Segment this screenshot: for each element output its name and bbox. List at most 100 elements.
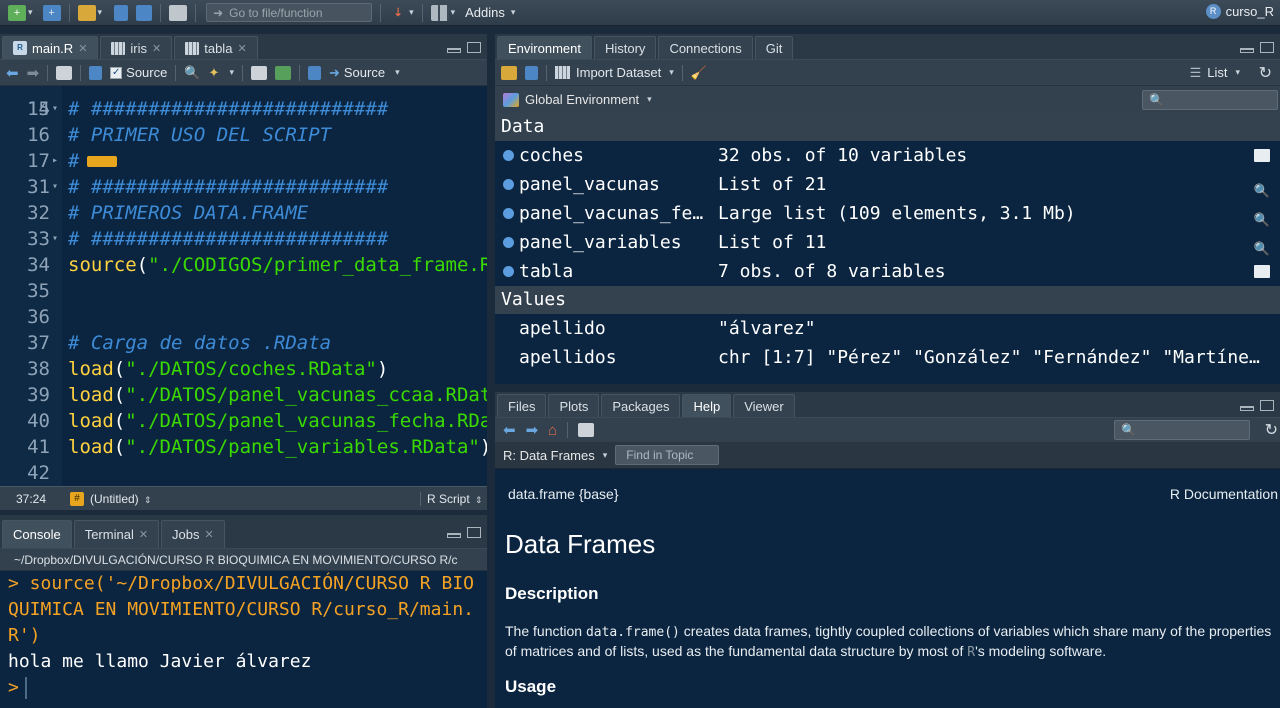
search-icon[interactable]: 🔍 xyxy=(184,65,200,81)
expand-arrow-icon[interactable] xyxy=(503,266,514,277)
editor-tab-iris[interactable]: iris ✕ xyxy=(100,36,173,59)
git-icon[interactable]: ⇣ xyxy=(389,5,407,21)
show-in-window-icon[interactable] xyxy=(578,423,595,437)
environment-row[interactable]: panel_vacunas List of 21 🔍 xyxy=(495,170,1280,199)
tab-viewer[interactable]: Viewer xyxy=(733,394,795,417)
scope-dropdown[interactable]: (Untitled) ⇕ xyxy=(90,492,420,506)
back-arrow-icon[interactable]: ⬅ xyxy=(6,64,19,82)
import-dataset-button[interactable]: Import Dataset ▾ xyxy=(555,65,674,80)
fold-toggle-icon[interactable]: ▸ xyxy=(52,148,58,174)
code-line[interactable]: 37 # Carga de datos .RData xyxy=(0,330,487,356)
code-line[interactable]: 32 # PRIMEROS DATA.FRAME xyxy=(0,200,487,226)
save-all-icon[interactable] xyxy=(136,4,153,21)
code-line[interactable]: 35 xyxy=(0,278,487,304)
source-button[interactable]: ➜ Source ▾ xyxy=(329,65,400,81)
tab-environment[interactable]: Environment xyxy=(497,36,592,59)
rerun-icon[interactable] xyxy=(307,65,321,80)
find-in-topic-input[interactable]: Find in Topic xyxy=(615,445,720,465)
compile-report-icon[interactable] xyxy=(250,65,267,80)
tab-jobs[interactable]: Jobs ✕ xyxy=(161,520,225,548)
minimize-icon[interactable] xyxy=(1240,48,1254,53)
broom-icon[interactable]: 🧹 xyxy=(691,65,707,81)
refresh-icon[interactable]: ↻ xyxy=(1259,63,1272,83)
close-icon[interactable]: ✕ xyxy=(78,42,87,55)
environment-row[interactable]: apellido "álvarez" xyxy=(495,314,1280,343)
fold-toggle-icon[interactable]: ▾ xyxy=(52,226,58,252)
minimize-icon[interactable] xyxy=(447,48,461,53)
code-line[interactable]: 41 load("./DATOS/panel_variables.RData") xyxy=(0,434,487,460)
magic-wand-icon[interactable]: ✦ xyxy=(209,65,220,81)
refresh-icon[interactable]: ↻ xyxy=(1265,420,1278,440)
code-line[interactable]: 17 ▸ # xyxy=(0,148,487,174)
chevron-down-icon[interactable]: ▾ xyxy=(229,67,234,78)
code-line[interactable]: 33 ▾ # ########################## xyxy=(0,226,487,252)
pane-layout-icon[interactable] xyxy=(430,4,449,21)
close-icon[interactable]: ✕ xyxy=(152,42,161,55)
code-line[interactable]: 38 load("./DATOS/coches.RData") xyxy=(0,356,487,382)
chevron-down-icon[interactable]: ▾ xyxy=(98,7,103,18)
code-line[interactable]: 39 load("./DATOS/panel_vacunas_ccaa.RData… xyxy=(0,382,487,408)
show-in-window-icon[interactable] xyxy=(56,65,73,80)
environment-row[interactable]: panel_variables List of 11 🔍 xyxy=(495,228,1280,257)
file-type-dropdown[interactable]: R Script ⇕ xyxy=(420,491,483,506)
close-icon[interactable]: ✕ xyxy=(139,528,148,541)
console-prompt[interactable]: > xyxy=(8,675,487,701)
environment-scope-dropdown[interactable]: Global Environment ▾ xyxy=(525,92,652,107)
code-area[interactable]: 14 15 ▾ # ########################## 16 # PR… xyxy=(0,86,487,486)
tab-terminal[interactable]: Terminal ✕ xyxy=(73,520,160,548)
minimize-icon[interactable] xyxy=(447,533,461,538)
load-workspace-icon[interactable] xyxy=(501,65,517,80)
chevron-down-icon[interactable]: ▾ xyxy=(409,7,414,18)
tab-git[interactable]: Git xyxy=(754,36,794,59)
source-on-save-checkbox[interactable]: ✓ xyxy=(110,66,123,79)
environment-row[interactable]: panel_vacunas_fe… Large list (109 element… xyxy=(495,199,1280,228)
tab-console[interactable]: Console xyxy=(2,520,72,548)
goto-file-input[interactable]: ➜ Go to file/function xyxy=(206,3,373,22)
code-line[interactable]: 15 ▾ # ########################## xyxy=(0,96,487,122)
environment-row[interactable]: apellidos chr [1:7] "Pérez" "González" "F… xyxy=(495,343,1280,372)
code-line[interactable]: 42 xyxy=(0,460,487,486)
save-workspace-icon[interactable] xyxy=(525,65,538,80)
view-table-icon[interactable] xyxy=(1254,265,1270,278)
tab-connections[interactable]: Connections xyxy=(658,36,753,59)
chevron-down-icon[interactable]: ▾ xyxy=(511,7,516,18)
code-line[interactable]: 31 ▾ # ########################## xyxy=(0,174,487,200)
new-project-icon[interactable]: + xyxy=(42,4,61,21)
folded-code-chip[interactable] xyxy=(87,156,118,167)
project-menu[interactable]: R curso_R xyxy=(1205,4,1274,19)
code-line[interactable]: 36 xyxy=(0,304,487,330)
view-mode-dropdown[interactable]: ☰ List ▾ xyxy=(1190,65,1240,81)
expand-arrow-icon[interactable] xyxy=(503,179,514,190)
code-line[interactable]: 16 # PRIMER USO DEL SCRIPT xyxy=(0,122,487,148)
console-output[interactable]: > source('~/Dropbox/DIVULGACIÓN/CURSO R … xyxy=(0,571,487,708)
addins-menu[interactable]: Addins xyxy=(465,5,505,20)
tab-files[interactable]: Files xyxy=(497,394,547,417)
save-icon[interactable] xyxy=(114,4,129,21)
maximize-icon[interactable] xyxy=(467,527,481,538)
help-search-input[interactable]: 🔍 xyxy=(1114,420,1250,440)
minimize-icon[interactable] xyxy=(1240,406,1254,411)
maximize-icon[interactable] xyxy=(1260,42,1274,53)
forward-arrow-icon[interactable]: ➡ xyxy=(27,64,40,82)
environment-row[interactable]: coches 32 obs. of 10 variables xyxy=(495,141,1280,170)
tab-plots[interactable]: Plots xyxy=(548,394,600,417)
help-topic-dropdown[interactable]: R: Data Frames ▾ xyxy=(503,448,607,463)
fold-toggle-icon[interactable]: ▾ xyxy=(52,96,58,122)
forward-arrow-icon[interactable]: ➡ xyxy=(526,421,539,439)
fold-toggle-icon[interactable]: ▾ xyxy=(52,174,58,200)
open-file-icon[interactable] xyxy=(77,4,96,21)
editor-tab-tabla[interactable]: tabla ✕ xyxy=(174,36,258,59)
environment-row[interactable]: tabla 7 obs. of 8 variables xyxy=(495,257,1280,286)
editor-tab-main[interactable]: R main.R ✕ xyxy=(2,36,99,59)
close-icon[interactable]: ✕ xyxy=(237,42,246,55)
close-icon[interactable]: ✕ xyxy=(205,528,214,541)
expand-arrow-icon[interactable] xyxy=(503,150,514,161)
expand-arrow-icon[interactable] xyxy=(503,208,514,219)
tab-packages[interactable]: Packages xyxy=(601,394,681,417)
code-line[interactable]: 40 load("./DATOS/panel_vacunas_fecha.RDat… xyxy=(0,408,487,434)
home-icon[interactable]: ⌂ xyxy=(548,422,557,439)
view-table-icon[interactable] xyxy=(1254,149,1270,162)
working-directory-path[interactable]: ~/Dropbox/DIVULGACIÓN/CURSO R BIOQUIMICA… xyxy=(0,549,487,571)
maximize-icon[interactable] xyxy=(467,42,481,53)
new-file-icon[interactable]: + xyxy=(8,4,26,21)
